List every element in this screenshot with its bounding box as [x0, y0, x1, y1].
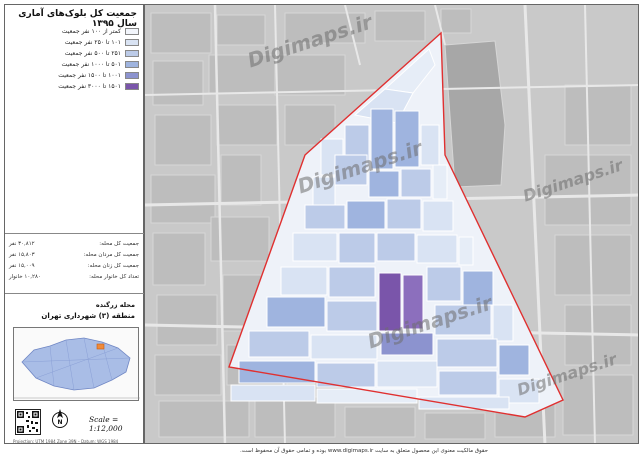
north-arrow-icon: N — [51, 407, 69, 431]
stat-label: تعداد کل خانوار محله: — [89, 274, 139, 280]
neighborhood-name: محله زرگنده — [95, 301, 135, 309]
legend-swatch — [125, 60, 139, 68]
legend-item: کمتر از ۱۰۰ نفر جمعیت — [11, 27, 139, 35]
stat-label: جمعیت کل زنان محله: — [87, 263, 139, 269]
divider — [5, 293, 145, 294]
legend-title: جمعیت کل بلوک‌های آماری سال ۱۳۹۵ — [18, 9, 137, 29]
legend-swatch — [125, 71, 139, 79]
stat-row: جمعیت کل محله: ۳۰,۸۱۲ نفر — [9, 241, 139, 247]
legend-swatch — [125, 27, 139, 35]
legend-label: ۱۵۰۱ تا ۳۰۰۰ نفر جمعیت — [58, 82, 121, 90]
legend-item: ۲۵۱ تا ۵۰۰ نفر جمعیت — [11, 49, 139, 57]
qr-code-icon — [15, 409, 41, 435]
scale-label: Scale = 1:12,000 — [89, 415, 123, 433]
legend-list: کمتر از ۱۰۰ نفر جمعیت ۱۰۱ تا ۲۵۰ نفر جمع… — [11, 27, 139, 93]
district-name: منطقه (۳) شهرداری تهران — [41, 312, 135, 320]
stat-label: جمعیت کل مردان محله: — [83, 252, 139, 258]
stat-row: جمعیت کل مردان محله: ۱۵,۸۰۳ نفر — [9, 252, 139, 258]
map-sheet: جمعیت کل بلوک‌های آماری سال ۱۳۹۵ کمتر از… — [0, 0, 643, 461]
legend-item: ۱۰۰۱ تا ۱۵۰۰ نفر جمعیت — [11, 71, 139, 79]
area-info: محله زرگنده منطقه (۳) شهرداری تهران — [41, 301, 135, 320]
legend-panel: جمعیت کل بلوک‌های آماری سال ۱۳۹۵ کمتر از… — [4, 4, 145, 444]
map-frame[interactable]: Digimaps.ir Digimaps.ir Digimaps.ir Digi… — [144, 4, 639, 444]
copyright-note: حقوق مالکیت معنوی این محصول متعلق به سای… — [240, 448, 489, 454]
projection-note: Projection: UTM 1984 Zone 39N – Datum: W… — [13, 439, 119, 444]
legend-label: ۱۰۰۱ تا ۱۵۰۰ نفر جمعیت — [58, 71, 121, 79]
legend-label: ۱۰۱ تا ۲۵۰ نفر جمعیت — [64, 38, 121, 46]
stat-label: جمعیت کل محله: — [99, 241, 139, 247]
stat-value: ۳۰,۸۱۲ نفر — [9, 241, 35, 247]
stats-table: جمعیت کل محله: ۳۰,۸۱۲ نفر جمعیت کل مردان … — [9, 241, 139, 285]
park-area — [444, 40, 506, 188]
stat-value: ۱۵,۸۰۳ نفر — [9, 252, 35, 258]
stat-value: ۱۵,۰۰۹ نفر — [9, 263, 35, 269]
legend-swatch — [125, 82, 139, 90]
legend-item: ۱۵۰۱ تا ۳۰۰۰ نفر جمعیت — [11, 82, 139, 90]
stat-row: تعداد کل خانوار محله: ۱۰,۲۸۰ خانوار — [9, 274, 139, 280]
svg-text:N: N — [57, 419, 62, 426]
legend-label: کمتر از ۱۰۰ نفر جمعیت — [61, 27, 121, 35]
divider — [5, 233, 145, 234]
legend-item: ۵۰۱ تا ۱۰۰۰ نفر جمعیت — [11, 60, 139, 68]
locator-inset-map — [13, 327, 140, 401]
legend-label: ۵۰۱ تا ۱۰۰۰ نفر جمعیت — [61, 60, 121, 68]
legend-swatch — [125, 49, 139, 57]
stat-row: جمعیت کل زنان محله: ۱۵,۰۰۹ نفر — [9, 263, 139, 269]
legend-swatch — [125, 38, 139, 46]
stat-value: ۱۰,۲۸۰ خانوار — [9, 274, 41, 280]
legend-item: ۱۰۱ تا ۲۵۰ نفر جمعیت — [11, 38, 139, 46]
legend-label: ۲۵۱ تا ۵۰۰ نفر جمعیت — [64, 49, 121, 57]
